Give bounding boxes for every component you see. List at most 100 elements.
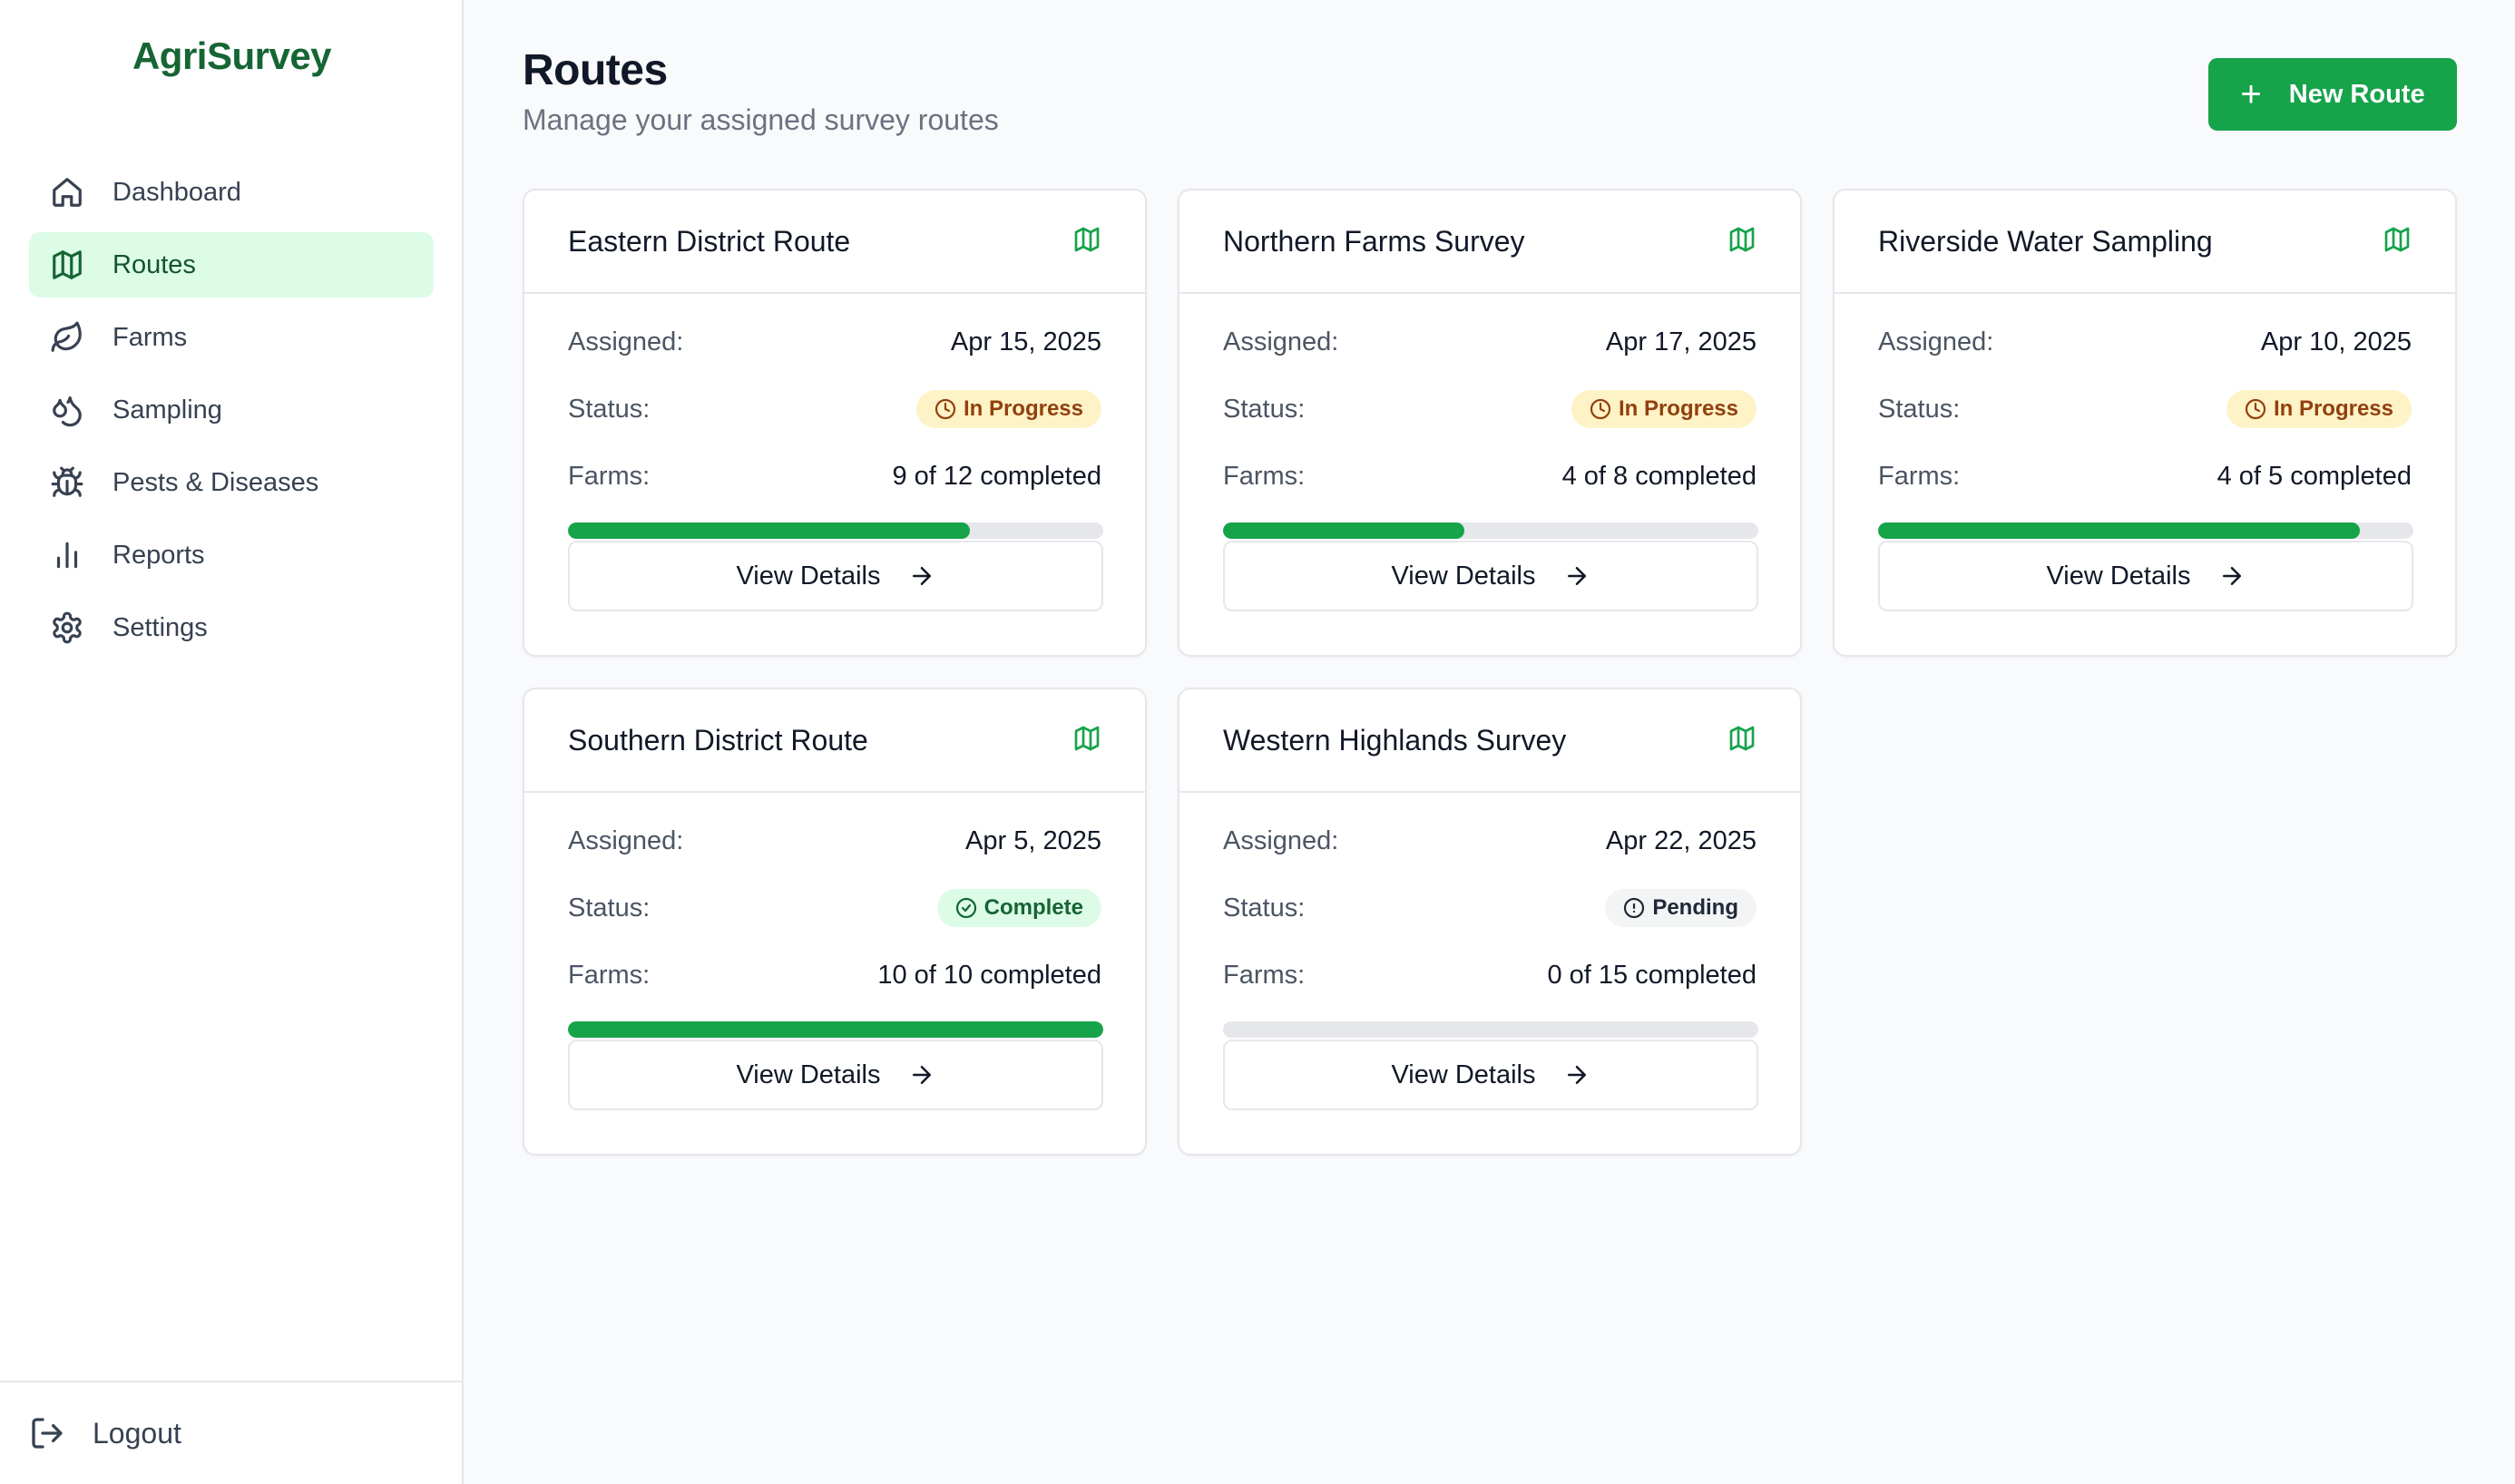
- farms-row: Farms: 0 of 15 completed: [1223, 942, 1757, 1009]
- route-name: Northern Farms Survey: [1223, 224, 1525, 258]
- farms-count: 9 of 12 completed: [892, 461, 1101, 491]
- route-card: Western Highlands Survey Assigned: Apr 2…: [1178, 688, 1802, 1156]
- sidebar-item-reports[interactable]: Reports: [29, 522, 434, 588]
- assigned-row: Assigned: Apr 22, 2025: [1223, 807, 1757, 874]
- route-card: Riverside Water Sampling Assigned: Apr 1…: [1833, 189, 2457, 657]
- card-header: Riverside Water Sampling: [1835, 190, 2455, 294]
- status-text: Pending: [1652, 895, 1738, 920]
- arrow-right-icon: [912, 567, 931, 585]
- card-body: Assigned: Apr 15, 2025 Status: In Progre…: [524, 308, 1145, 611]
- assigned-date: Apr 22, 2025: [1605, 825, 1757, 855]
- assigned-row: Assigned: Apr 10, 2025: [1878, 308, 2412, 376]
- sidebar-item-routes[interactable]: Routes: [29, 232, 434, 298]
- progress-bar-fill: [568, 1021, 1103, 1038]
- farms-row: Farms: 4 of 8 completed: [1223, 443, 1757, 510]
- status-row: Status: In Progress: [1223, 376, 1757, 443]
- card-header: Northern Farms Survey: [1179, 190, 1800, 294]
- map-icon: [1727, 225, 1757, 259]
- route-name: Eastern District Route: [568, 224, 851, 258]
- sidebar-item-pests-diseases[interactable]: Pests & Diseases: [29, 450, 434, 515]
- logout-label: Logout: [93, 1416, 181, 1450]
- bug-icon: [49, 464, 85, 501]
- farms-label: Farms:: [1223, 461, 1306, 491]
- status-label: Status:: [568, 394, 651, 424]
- progress-bar: [568, 1021, 1103, 1038]
- assigned-row: Assigned: Apr 5, 2025: [568, 807, 1101, 874]
- view-details-label: View Details: [736, 561, 881, 591]
- view-details-button[interactable]: View Details: [568, 541, 1103, 611]
- assigned-date: Apr 17, 2025: [1605, 327, 1757, 356]
- sidebar-item-label: Reports: [113, 540, 205, 570]
- status-row: Status: Complete: [568, 874, 1101, 942]
- assigned-label: Assigned:: [568, 825, 684, 855]
- sidebar-item-label: Sampling: [113, 395, 222, 425]
- map-icon: [1072, 724, 1101, 757]
- status-text: In Progress: [1618, 396, 1738, 421]
- status-row: Status: In Progress: [1878, 376, 2412, 443]
- status-text: Complete: [983, 895, 1083, 920]
- card-body: Assigned: Apr 17, 2025 Status: In Progre…: [1179, 308, 1800, 611]
- sidebar-item-label: Pests & Diseases: [113, 467, 319, 497]
- sidebar-nav: Dashboard Routes Farms Sampling Pests & …: [29, 160, 434, 668]
- card-header: Southern District Route: [524, 689, 1145, 793]
- logout-icon: [32, 1418, 63, 1449]
- home-icon: [49, 174, 85, 210]
- gear-icon: [49, 610, 85, 646]
- arrow-right-icon: [912, 1066, 931, 1084]
- assigned-row: Assigned: Apr 17, 2025: [1223, 308, 1757, 376]
- status-badge: In Progress: [915, 390, 1101, 428]
- map-icon: [1727, 724, 1757, 757]
- view-details-label: View Details: [736, 1059, 881, 1089]
- farms-label: Farms:: [568, 461, 651, 491]
- status-badge: In Progress: [2226, 390, 2412, 428]
- assigned-row: Assigned: Apr 15, 2025: [568, 308, 1101, 376]
- status-label: Status:: [1223, 394, 1306, 424]
- sidebar-item-settings[interactable]: Settings: [29, 595, 434, 660]
- farms-count: 4 of 8 completed: [1561, 461, 1757, 491]
- main-content: Routes Manage your assigned survey route…: [464, 0, 2515, 1484]
- page-title: Routes: [523, 46, 668, 94]
- farms-label: Farms:: [568, 960, 651, 990]
- new-route-label: New Route: [2288, 79, 2425, 109]
- card-body: Assigned: Apr 22, 2025 Status: Pending F…: [1179, 807, 1800, 1110]
- progress-bar-fill: [1878, 522, 2360, 539]
- progress-bar: [568, 522, 1103, 539]
- route-card: Eastern District Route Assigned: Apr 15,…: [523, 189, 1147, 657]
- view-details-button[interactable]: View Details: [1223, 1040, 1758, 1110]
- sidebar-item-dashboard[interactable]: Dashboard: [29, 160, 434, 225]
- new-route-button[interactable]: + New Route: [2208, 58, 2457, 131]
- view-details-button[interactable]: View Details: [1878, 541, 2413, 611]
- progress-bar: [1223, 1021, 1758, 1038]
- logout-button[interactable]: Logout: [29, 1415, 181, 1451]
- sidebar-item-farms[interactable]: Farms: [29, 305, 434, 370]
- map-icon: [1072, 225, 1101, 259]
- farms-row: Farms: 10 of 10 completed: [568, 942, 1101, 1009]
- page-subtitle: Manage your assigned survey routes: [523, 103, 999, 136]
- farms-count: 0 of 15 completed: [1547, 960, 1757, 990]
- view-details-button[interactable]: View Details: [568, 1040, 1103, 1110]
- view-details-label: View Details: [1391, 1059, 1536, 1089]
- assigned-label: Assigned:: [1223, 825, 1339, 855]
- assigned-date: Apr 5, 2025: [965, 825, 1101, 855]
- farms-row: Farms: 4 of 5 completed: [1878, 443, 2412, 510]
- route-name: Western Highlands Survey: [1223, 723, 1567, 757]
- card-header: Western Highlands Survey: [1179, 689, 1800, 793]
- sidebar-item-sampling[interactable]: Sampling: [29, 377, 434, 443]
- progress-bar: [1223, 522, 1758, 539]
- brand-logo[interactable]: AgriSurvey: [0, 34, 464, 78]
- alert-circle-icon: [1623, 897, 1652, 919]
- status-row: Status: Pending: [1223, 874, 1757, 942]
- card-body: Assigned: Apr 10, 2025 Status: In Progre…: [1835, 308, 2455, 611]
- map-icon: [2383, 225, 2412, 259]
- assigned-label: Assigned:: [1878, 327, 1994, 356]
- view-details-label: View Details: [2046, 561, 2191, 591]
- assigned-label: Assigned:: [1223, 327, 1339, 356]
- view-details-button[interactable]: View Details: [1223, 541, 1758, 611]
- progress-bar-fill: [1223, 522, 1464, 539]
- status-row: Status: In Progress: [568, 376, 1101, 443]
- farms-row: Farms: 9 of 12 completed: [568, 443, 1101, 510]
- status-badge: Pending: [1605, 889, 1757, 927]
- droplets-icon: [49, 392, 85, 428]
- status-text: In Progress: [2273, 396, 2393, 421]
- farms-count: 10 of 10 completed: [877, 960, 1101, 990]
